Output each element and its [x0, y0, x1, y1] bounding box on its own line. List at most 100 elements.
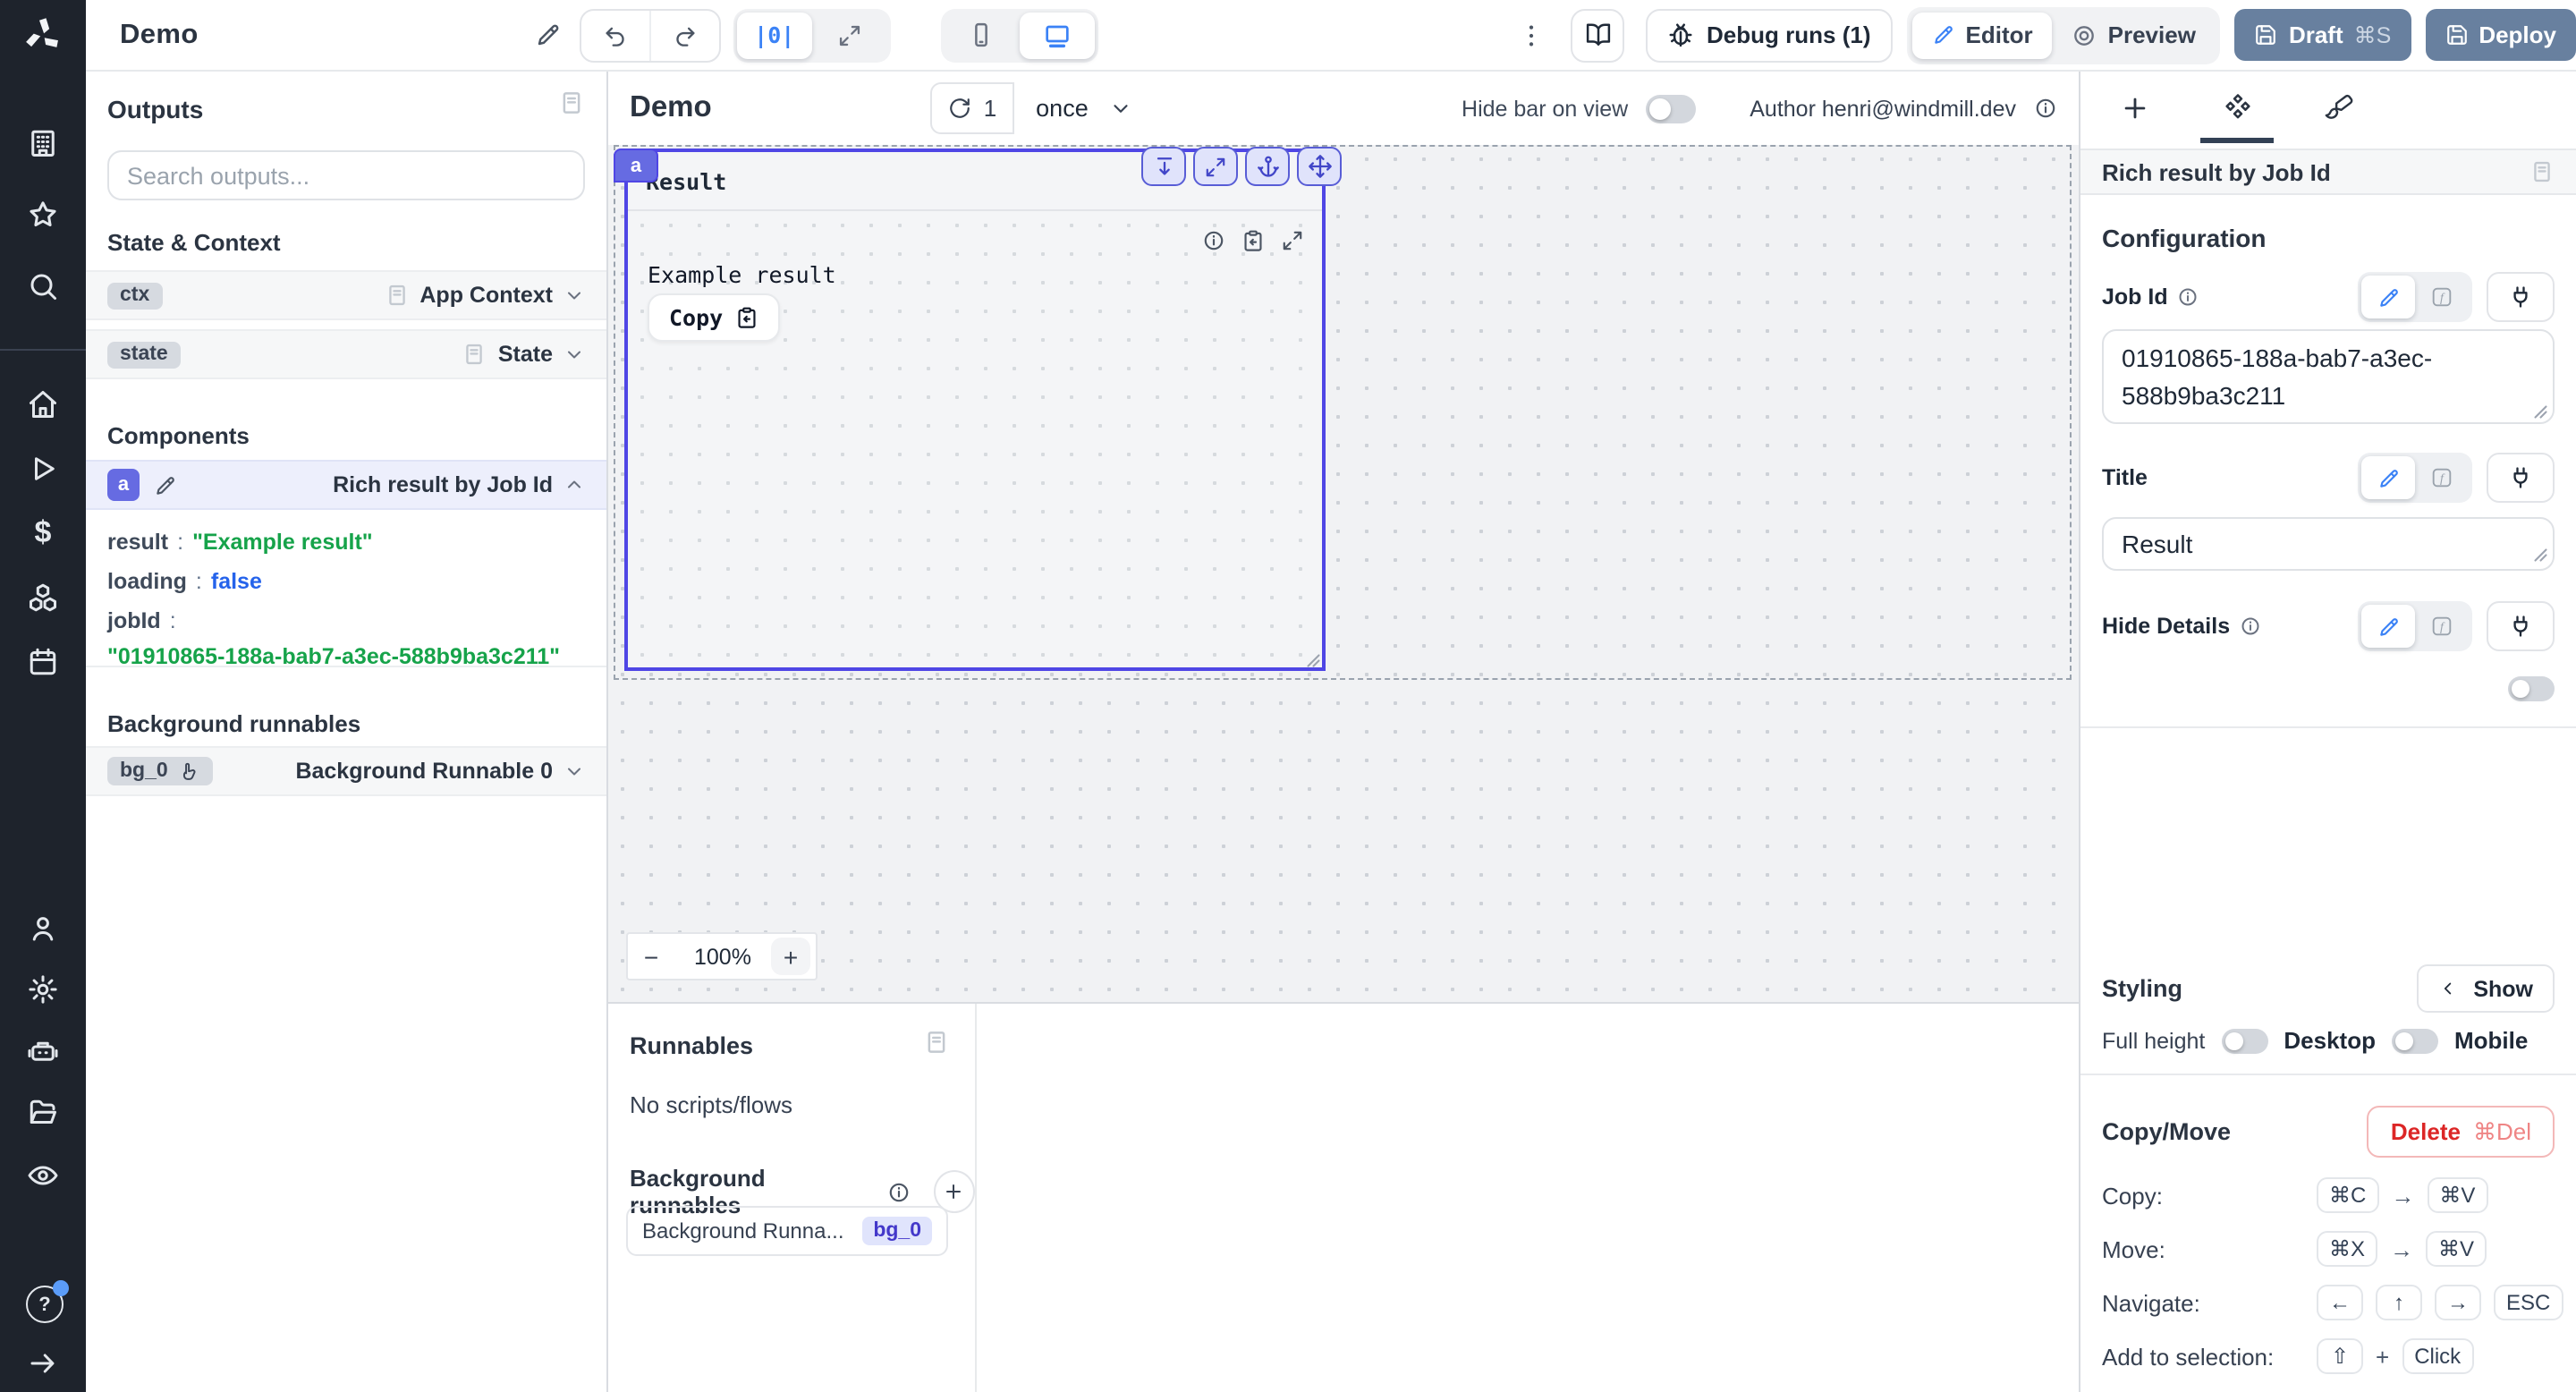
insert-component-tab[interactable] — [2084, 72, 2186, 143]
connect-plug-button[interactable] — [2487, 453, 2555, 503]
component-row-a[interactable]: a Rich result by Job Id — [86, 460, 606, 510]
info-icon[interactable] — [2177, 286, 2199, 308]
mobile-view-button[interactable] — [945, 12, 1020, 58]
favorites-icon[interactable] — [27, 199, 59, 231]
anchor-icon[interactable] — [1245, 147, 1290, 186]
state-context-heading: State & Context — [107, 229, 281, 256]
desktop-view-button[interactable] — [1019, 12, 1095, 58]
resize-handle-icon[interactable] — [2531, 546, 2547, 562]
full-height-toggle[interactable] — [2221, 1028, 2268, 1053]
chevron-down-icon[interactable] — [564, 760, 585, 782]
help-icon[interactable]: ? — [26, 1280, 69, 1323]
eval-fn-icon[interactable] — [2415, 605, 2469, 648]
resize-handle-icon[interactable] — [2531, 403, 2547, 419]
runs-icon[interactable] — [27, 453, 59, 485]
title-input[interactable] — [2102, 517, 2555, 571]
resources-icon[interactable] — [27, 581, 59, 614]
docs-book-button[interactable] — [1571, 8, 1625, 62]
variables-icon[interactable]: $ — [27, 516, 59, 549]
eval-fn-icon[interactable] — [2415, 456, 2469, 499]
canvas-grid[interactable]: a Result Example result Copy − 100% + — [608, 145, 2079, 1002]
component-resize-handle[interactable] — [1304, 651, 1320, 667]
chevron-up-icon[interactable] — [564, 474, 585, 496]
component-a-badge: a — [107, 469, 140, 501]
info-icon[interactable] — [1202, 229, 1225, 252]
undo-button[interactable] — [581, 10, 649, 60]
chevron-down-icon[interactable] — [564, 284, 585, 306]
job-id-input[interactable]: 01910865-188a-bab7-a3ec-588b9ba3c211 — [2102, 329, 2555, 424]
copy-result-button[interactable]: Copy — [648, 293, 781, 342]
more-menu-icon[interactable] — [1517, 21, 1546, 49]
desktop-mobile-toggle[interactable] — [2391, 1028, 2438, 1053]
connect-plug-button[interactable] — [2487, 272, 2555, 322]
runnables-title: Runnables — [630, 1032, 754, 1059]
mobile-label: Mobile — [2453, 1027, 2529, 1054]
run-mode-dropdown[interactable]: once — [1036, 95, 1133, 122]
info-icon[interactable] — [2239, 615, 2260, 637]
save-draft-button[interactable]: Draft ⌘S — [2234, 9, 2411, 61]
copy-clipboard-icon[interactable] — [1241, 229, 1265, 252]
schedules-icon[interactable] — [27, 646, 59, 678]
settings-gear-icon[interactable] — [27, 973, 59, 1006]
output-row-ctx[interactable]: ctx App Context — [86, 270, 606, 320]
clipboard-icon — [735, 306, 758, 329]
chevron-down-icon[interactable] — [564, 344, 585, 365]
fullwidth-layout-button[interactable] — [812, 12, 887, 58]
hide-details-toggle[interactable] — [2508, 676, 2555, 701]
info-icon[interactable] — [2034, 97, 2057, 120]
search-outputs-input[interactable] — [107, 150, 585, 200]
doc-icon — [384, 283, 409, 308]
show-styling-button[interactable]: Show — [2416, 964, 2555, 1013]
expand-down-icon[interactable] — [1141, 147, 1186, 186]
background-runnable-row[interactable]: bg_0 Background Runnable 0 — [86, 746, 606, 796]
fullscreen-icon[interactable] — [1193, 147, 1238, 186]
edit-id-pencil-icon[interactable] — [154, 473, 177, 497]
runnables-doc-icon[interactable] — [923, 1029, 950, 1056]
save-icon — [2445, 23, 2468, 47]
connect-plug-button[interactable] — [2487, 601, 2555, 651]
hide-bar-toggle[interactable] — [1646, 94, 1697, 123]
shortcut-row-navigate: Navigate: ← ↑ → ESC — [2102, 1281, 2563, 1324]
home-icon[interactable] — [27, 388, 59, 420]
selected-component-richresult[interactable]: a Result Example result Copy — [614, 147, 1342, 671]
static-or-eval-switch — [2358, 272, 2472, 322]
background-runnable-item[interactable]: Background Runna... bg_0 — [626, 1206, 948, 1256]
audit-eye-icon[interactable] — [27, 1159, 59, 1192]
left-icon-rail: $ ? — [0, 0, 86, 1392]
collapse-rail-icon[interactable] — [27, 1347, 59, 1379]
search-icon[interactable] — [27, 270, 59, 302]
refresh-count-button[interactable]: 1 — [929, 82, 1015, 134]
windmill-logo-icon[interactable] — [23, 16, 63, 55]
hand-pointer-icon — [177, 760, 200, 783]
shortcut-row-copy: Copy: ⌘C → ⌘V — [2102, 1174, 2555, 1217]
preview-tab[interactable]: Preview — [2053, 12, 2216, 58]
users-icon[interactable] — [27, 912, 59, 945]
redo-button[interactable] — [648, 10, 719, 60]
editor-tab[interactable]: Editor — [1911, 12, 2053, 58]
rename-app-pencil-icon[interactable] — [535, 21, 564, 48]
workers-robot-icon[interactable] — [27, 1036, 59, 1068]
styling-tab[interactable] — [2288, 72, 2390, 143]
component-id-tab[interactable]: a — [614, 149, 658, 182]
zoom-in-button[interactable]: + — [771, 938, 810, 975]
outputs-doc-icon[interactable] — [558, 89, 585, 116]
info-icon[interactable] — [887, 1180, 911, 1203]
delete-component-button[interactable]: Delete ⌘Del — [2367, 1106, 2555, 1158]
centered-layout-button[interactable]: |0| — [736, 12, 812, 58]
windmill-app-editor: $ ? Demo |0| Debug runs (1) Editor Previ… — [0, 0, 2576, 1392]
chevron-down-icon — [1110, 97, 1133, 120]
static-input-pencil-icon[interactable] — [2361, 456, 2415, 499]
zoom-out-button[interactable]: − — [628, 942, 674, 971]
static-input-pencil-icon[interactable] — [2361, 605, 2415, 648]
component-settings-tab[interactable] — [2186, 72, 2288, 143]
deploy-button[interactable]: Deploy — [2425, 9, 2576, 61]
output-row-state[interactable]: state State — [86, 329, 606, 379]
eval-fn-icon[interactable] — [2415, 276, 2469, 318]
move-icon[interactable] — [1297, 147, 1342, 186]
static-input-pencil-icon[interactable] — [2361, 276, 2415, 318]
folders-icon[interactable] — [27, 1097, 59, 1129]
debug-runs-button[interactable]: Debug runs (1) — [1646, 8, 1893, 62]
expand-result-icon[interactable] — [1281, 229, 1304, 252]
workspace-icon[interactable] — [27, 127, 59, 159]
doc-icon[interactable] — [2529, 159, 2555, 184]
